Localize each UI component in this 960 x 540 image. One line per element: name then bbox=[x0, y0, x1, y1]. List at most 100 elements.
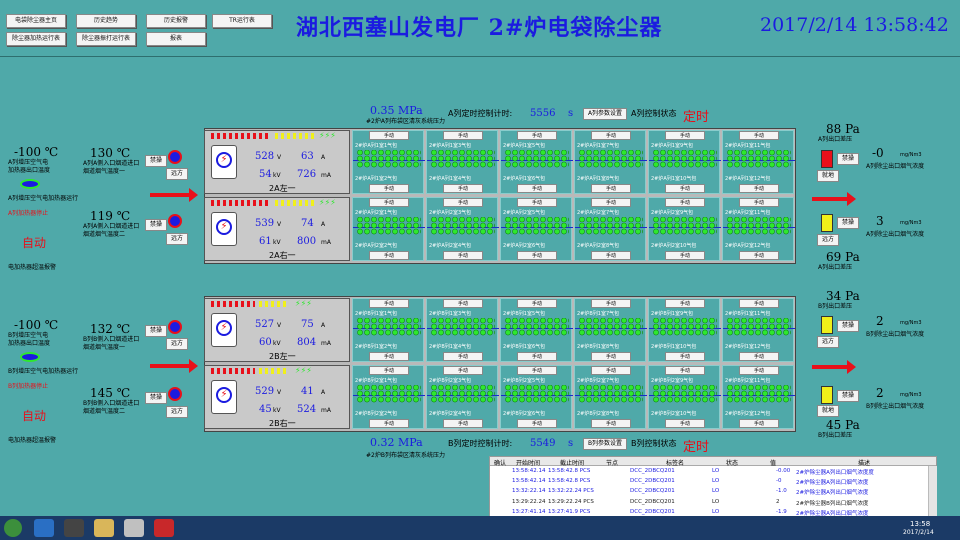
a1-cell-manual-button-bottom[interactable]: 手动 bbox=[443, 184, 483, 193]
b2-cell-manual-button-bottom[interactable]: 手动 bbox=[665, 419, 705, 428]
a2-cell-manual-button[interactable]: 手动 bbox=[591, 198, 631, 207]
b2-cell-manual-button[interactable]: 手动 bbox=[665, 366, 705, 375]
a2-disable-button[interactable]: 禁操 bbox=[145, 219, 167, 231]
b1-cell-caption-bottom: 2#炉B列1室4气包 bbox=[429, 344, 472, 350]
b1-cell-manual-button-bottom[interactable]: 手动 bbox=[591, 352, 631, 361]
a1-cell-manual-button[interactable]: 手动 bbox=[369, 131, 409, 140]
b-auto-mode[interactable]: 自动 bbox=[22, 407, 46, 424]
a2-cell-manual-button-bottom[interactable]: 手动 bbox=[665, 251, 705, 260]
a2-cell-manual-button[interactable]: 手动 bbox=[517, 198, 557, 207]
b1-cell-manual-button-bottom[interactable]: 手动 bbox=[665, 352, 705, 361]
start-icon[interactable] bbox=[4, 519, 22, 537]
a2-out-disable-button[interactable]: 禁操 bbox=[837, 217, 859, 229]
nav-main-button[interactable]: 电袋除尘器主页 bbox=[6, 14, 66, 28]
b1-cell-manual-button-bottom[interactable]: 手动 bbox=[369, 352, 409, 361]
a2-cell-manual-button[interactable]: 手动 bbox=[665, 198, 705, 207]
a2-outlet-damper-indicator bbox=[821, 214, 833, 232]
nav-history-alarm-button[interactable]: 历史报警 bbox=[146, 14, 206, 28]
b2-out-disable-button[interactable]: 禁操 bbox=[837, 390, 859, 402]
b1-cell-manual-button[interactable]: 手动 bbox=[591, 299, 631, 308]
a1-cell-manual-button[interactable]: 手动 bbox=[591, 131, 631, 140]
keyboard-icon[interactable] bbox=[64, 519, 84, 537]
a2-remote-button[interactable]: 远方 bbox=[166, 233, 188, 245]
nav-report-button[interactable]: 报表 bbox=[146, 32, 206, 46]
b1-out-remote-button[interactable]: 远方 bbox=[817, 336, 839, 348]
a-param-settings-button[interactable]: A列参数设置 bbox=[583, 108, 627, 120]
a1-cell-manual-button[interactable]: 手动 bbox=[517, 131, 557, 140]
b2-cell-manual-button-bottom[interactable]: 手动 bbox=[443, 419, 483, 428]
b2-cell-manual-button[interactable]: 手动 bbox=[591, 366, 631, 375]
a2-cell-caption-bottom: 2#炉A列2室8气包 bbox=[577, 243, 620, 249]
b2-bag-cell: 手动 2#炉B列2室7气包 2#炉B列2室8气包 手动 bbox=[574, 365, 647, 429]
b2-cell-manual-button[interactable]: 手动 bbox=[517, 366, 557, 375]
alarm-row[interactable]: 13:58:42.14 13:58:42.8 PCS DCC_2DBCQ201 … bbox=[490, 478, 926, 487]
a2-cell-manual-button-bottom[interactable]: 手动 bbox=[517, 251, 557, 260]
a1-out-local-button[interactable]: 就地 bbox=[817, 170, 839, 182]
b1-disable-button[interactable]: 禁操 bbox=[145, 325, 167, 337]
alarm-row[interactable]: 13:32:22.14 13:32:22.24 PCS DCC_2DBCQ201… bbox=[490, 488, 926, 497]
b1-cell-manual-button[interactable]: 手动 bbox=[739, 299, 779, 308]
b1-cell-manual-button[interactable]: 手动 bbox=[665, 299, 705, 308]
hmi-icon[interactable] bbox=[154, 519, 174, 537]
a-auto-mode[interactable]: 自动 bbox=[22, 234, 46, 251]
a1-cell-manual-button-bottom[interactable]: 手动 bbox=[591, 184, 631, 193]
nav-tr-table-button[interactable]: TR运行表 bbox=[212, 14, 272, 28]
b1-cell-manual-button-bottom[interactable]: 手动 bbox=[739, 352, 779, 361]
a1-cell-manual-button[interactable]: 手动 bbox=[739, 131, 779, 140]
a2-cell-manual-button[interactable]: 手动 bbox=[443, 198, 483, 207]
a1-damper-icon[interactable] bbox=[168, 150, 182, 164]
app-icon[interactable] bbox=[124, 519, 144, 537]
b1-out-disable-button[interactable]: 禁操 bbox=[837, 320, 859, 332]
b2-disable-button[interactable]: 禁操 bbox=[145, 392, 167, 404]
folder-icon[interactable] bbox=[94, 519, 114, 537]
b-param-settings-button[interactable]: B列参数设置 bbox=[583, 438, 627, 450]
b2-cell-manual-button-bottom[interactable]: 手动 bbox=[739, 419, 779, 428]
a1-cell-manual-button-bottom[interactable]: 手动 bbox=[517, 184, 557, 193]
a1-cell-manual-button[interactable]: 手动 bbox=[665, 131, 705, 140]
a-inlet-temp-2: 119 ℃ bbox=[90, 209, 131, 223]
a2-cell-manual-button-bottom[interactable]: 手动 bbox=[591, 251, 631, 260]
a1-cell-manual-button-bottom[interactable]: 手动 bbox=[369, 184, 409, 193]
ie-icon[interactable] bbox=[34, 519, 54, 537]
a2-damper-icon[interactable] bbox=[168, 214, 182, 228]
nav-history-trend-button[interactable]: 历史趋势 bbox=[76, 14, 136, 28]
b2-damper-icon[interactable] bbox=[168, 387, 182, 401]
b2-cell-manual-button-bottom[interactable]: 手动 bbox=[591, 419, 631, 428]
alarm-row[interactable]: 13:58:42.14 13:58:42.8 PCS DCC_2DBCQ201 … bbox=[490, 468, 926, 477]
b2-out-local-button[interactable]: 就地 bbox=[817, 405, 839, 417]
b2-remote-button[interactable]: 远方 bbox=[166, 406, 188, 418]
alarm-list[interactable]: 确认 开始时间 截止时间 节点 标签名 状态 值 描述 13:58:42.14 … bbox=[489, 456, 937, 520]
a2-cell-manual-button[interactable]: 手动 bbox=[369, 198, 409, 207]
nav-heat-table-button[interactable]: 除尘器加热运行表 bbox=[6, 32, 66, 46]
a1-cell-manual-button-bottom[interactable]: 手动 bbox=[739, 184, 779, 193]
a2-cell-manual-button[interactable]: 手动 bbox=[739, 198, 779, 207]
alarm-row[interactable]: 13:29:22.24 13:29:22.24 PCS DCC_2DBCQ201… bbox=[490, 499, 926, 508]
b1-remote-button[interactable]: 远方 bbox=[166, 338, 188, 350]
b2-cell-manual-button[interactable]: 手动 bbox=[369, 366, 409, 375]
b1-cell-manual-button[interactable]: 手动 bbox=[443, 299, 483, 308]
b2-cell-manual-button[interactable]: 手动 bbox=[443, 366, 483, 375]
b2-cell-manual-button-bottom[interactable]: 手动 bbox=[369, 419, 409, 428]
a2-cell-manual-button-bottom[interactable]: 手动 bbox=[443, 251, 483, 260]
b1-cell-manual-button[interactable]: 手动 bbox=[517, 299, 557, 308]
a1-out-disable-button[interactable]: 禁操 bbox=[837, 153, 859, 165]
b1-bag-cell: 手动 2#炉B列1室3气包 2#炉B列1室4气包 手动 bbox=[426, 298, 499, 362]
a1-disable-button[interactable]: 禁操 bbox=[145, 155, 167, 167]
a2-cell-manual-button-bottom[interactable]: 手动 bbox=[739, 251, 779, 260]
b1-heater-coil-yellow-icon bbox=[259, 301, 289, 307]
alarm-node: DCC_2DBCQ201 bbox=[630, 498, 675, 505]
a1-remote-button[interactable]: 远方 bbox=[166, 168, 188, 180]
a2-secondary-current-unit: mA bbox=[321, 239, 331, 246]
a1-cell-manual-button-bottom[interactable]: 手动 bbox=[665, 184, 705, 193]
nav-rapping-table-button[interactable]: 除尘器振打运行表 bbox=[76, 32, 136, 46]
a2-out-remote-button[interactable]: 远方 bbox=[817, 234, 839, 246]
b2-cell-manual-button[interactable]: 手动 bbox=[739, 366, 779, 375]
alarm-scrollbar[interactable] bbox=[928, 466, 937, 520]
a1-cell-manual-button[interactable]: 手动 bbox=[443, 131, 483, 140]
b1-cell-manual-button-bottom[interactable]: 手动 bbox=[443, 352, 483, 361]
b1-cell-manual-button-bottom[interactable]: 手动 bbox=[517, 352, 557, 361]
b1-damper-icon[interactable] bbox=[168, 320, 182, 334]
a2-cell-manual-button-bottom[interactable]: 手动 bbox=[369, 251, 409, 260]
b2-cell-manual-button-bottom[interactable]: 手动 bbox=[517, 419, 557, 428]
b1-cell-manual-button[interactable]: 手动 bbox=[369, 299, 409, 308]
